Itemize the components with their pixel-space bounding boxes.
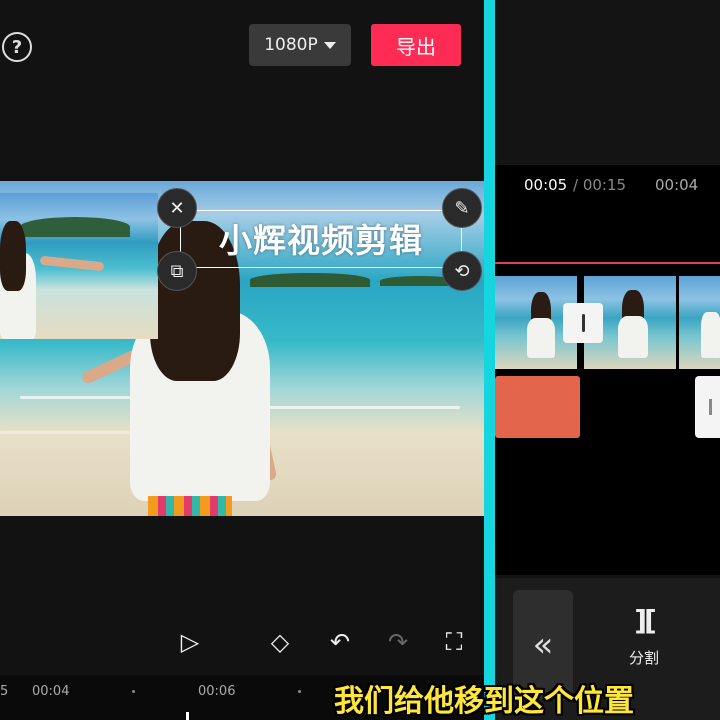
split-icon: ][ — [634, 604, 657, 637]
clip-trim-handle[interactable] — [695, 376, 720, 438]
island — [20, 217, 130, 237]
clip-figure — [527, 318, 555, 358]
picture-in-picture-clip[interactable] — [0, 193, 158, 339]
wave-foam — [260, 406, 460, 409]
split-button[interactable]: ][ 分割 — [612, 604, 676, 684]
timeline-stamp: 00:04 — [32, 684, 70, 699]
current-time: 00:05 — [524, 176, 568, 194]
track-indicator-line — [495, 262, 720, 264]
redo-icon[interactable]: ↷ — [380, 624, 416, 660]
close-icon[interactable]: ✕ — [157, 188, 197, 228]
timeline-stamp: 00:06 — [198, 684, 236, 699]
resolution-button[interactable]: 1080P — [249, 24, 351, 66]
playhead[interactable] — [186, 712, 189, 720]
woman-hair — [0, 221, 26, 291]
overlay-text[interactable]: 小辉视频剪辑 — [180, 214, 462, 262]
woman-skirt — [148, 496, 232, 516]
resolution-label: 1080P — [264, 35, 318, 55]
caret-down-icon — [323, 41, 336, 49]
split-screen-divider — [484, 0, 495, 720]
right-preview-area — [495, 0, 720, 165]
video-subtitle: 我们给他移到这个位置 — [334, 684, 634, 719]
clip-figure — [618, 316, 648, 358]
total-time: / 00:15 — [573, 176, 627, 194]
island — [250, 273, 370, 287]
pencil-icon[interactable]: ✎ — [442, 188, 482, 228]
timeline-dot — [298, 690, 301, 693]
video-clip[interactable] — [679, 276, 720, 369]
rotate-icon[interactable]: ⟲ — [442, 251, 482, 291]
copy-icon[interactable]: ⧉ — [157, 251, 197, 291]
add-keyframe-icon[interactable]: ◇ — [262, 624, 298, 660]
timeline-dot — [132, 690, 135, 693]
timeline-edge-label: 5 — [0, 684, 9, 699]
play-icon[interactable]: ▷ — [172, 624, 208, 660]
help-circle-icon[interactable]: ? — [2, 32, 32, 62]
clip-figure — [701, 312, 720, 358]
marker-time: 00:04 — [655, 176, 699, 194]
clip-split-handle[interactable] — [563, 303, 603, 343]
left-editor-panel: ? 1080P 导出 小辉视频剪辑 ✕ ✎ ⧉ ⟲ ▷ ◇ ↶ ↷ ⛶ 5 00… — [0, 0, 484, 720]
audio-track-clip[interactable] — [495, 376, 580, 438]
undo-icon[interactable]: ↶ — [322, 624, 358, 660]
fullscreen-icon[interactable]: ⛶ — [436, 624, 472, 660]
woman-arm — [39, 255, 105, 272]
split-label: 分割 — [628, 649, 659, 667]
export-button[interactable]: 导出 — [371, 24, 461, 66]
